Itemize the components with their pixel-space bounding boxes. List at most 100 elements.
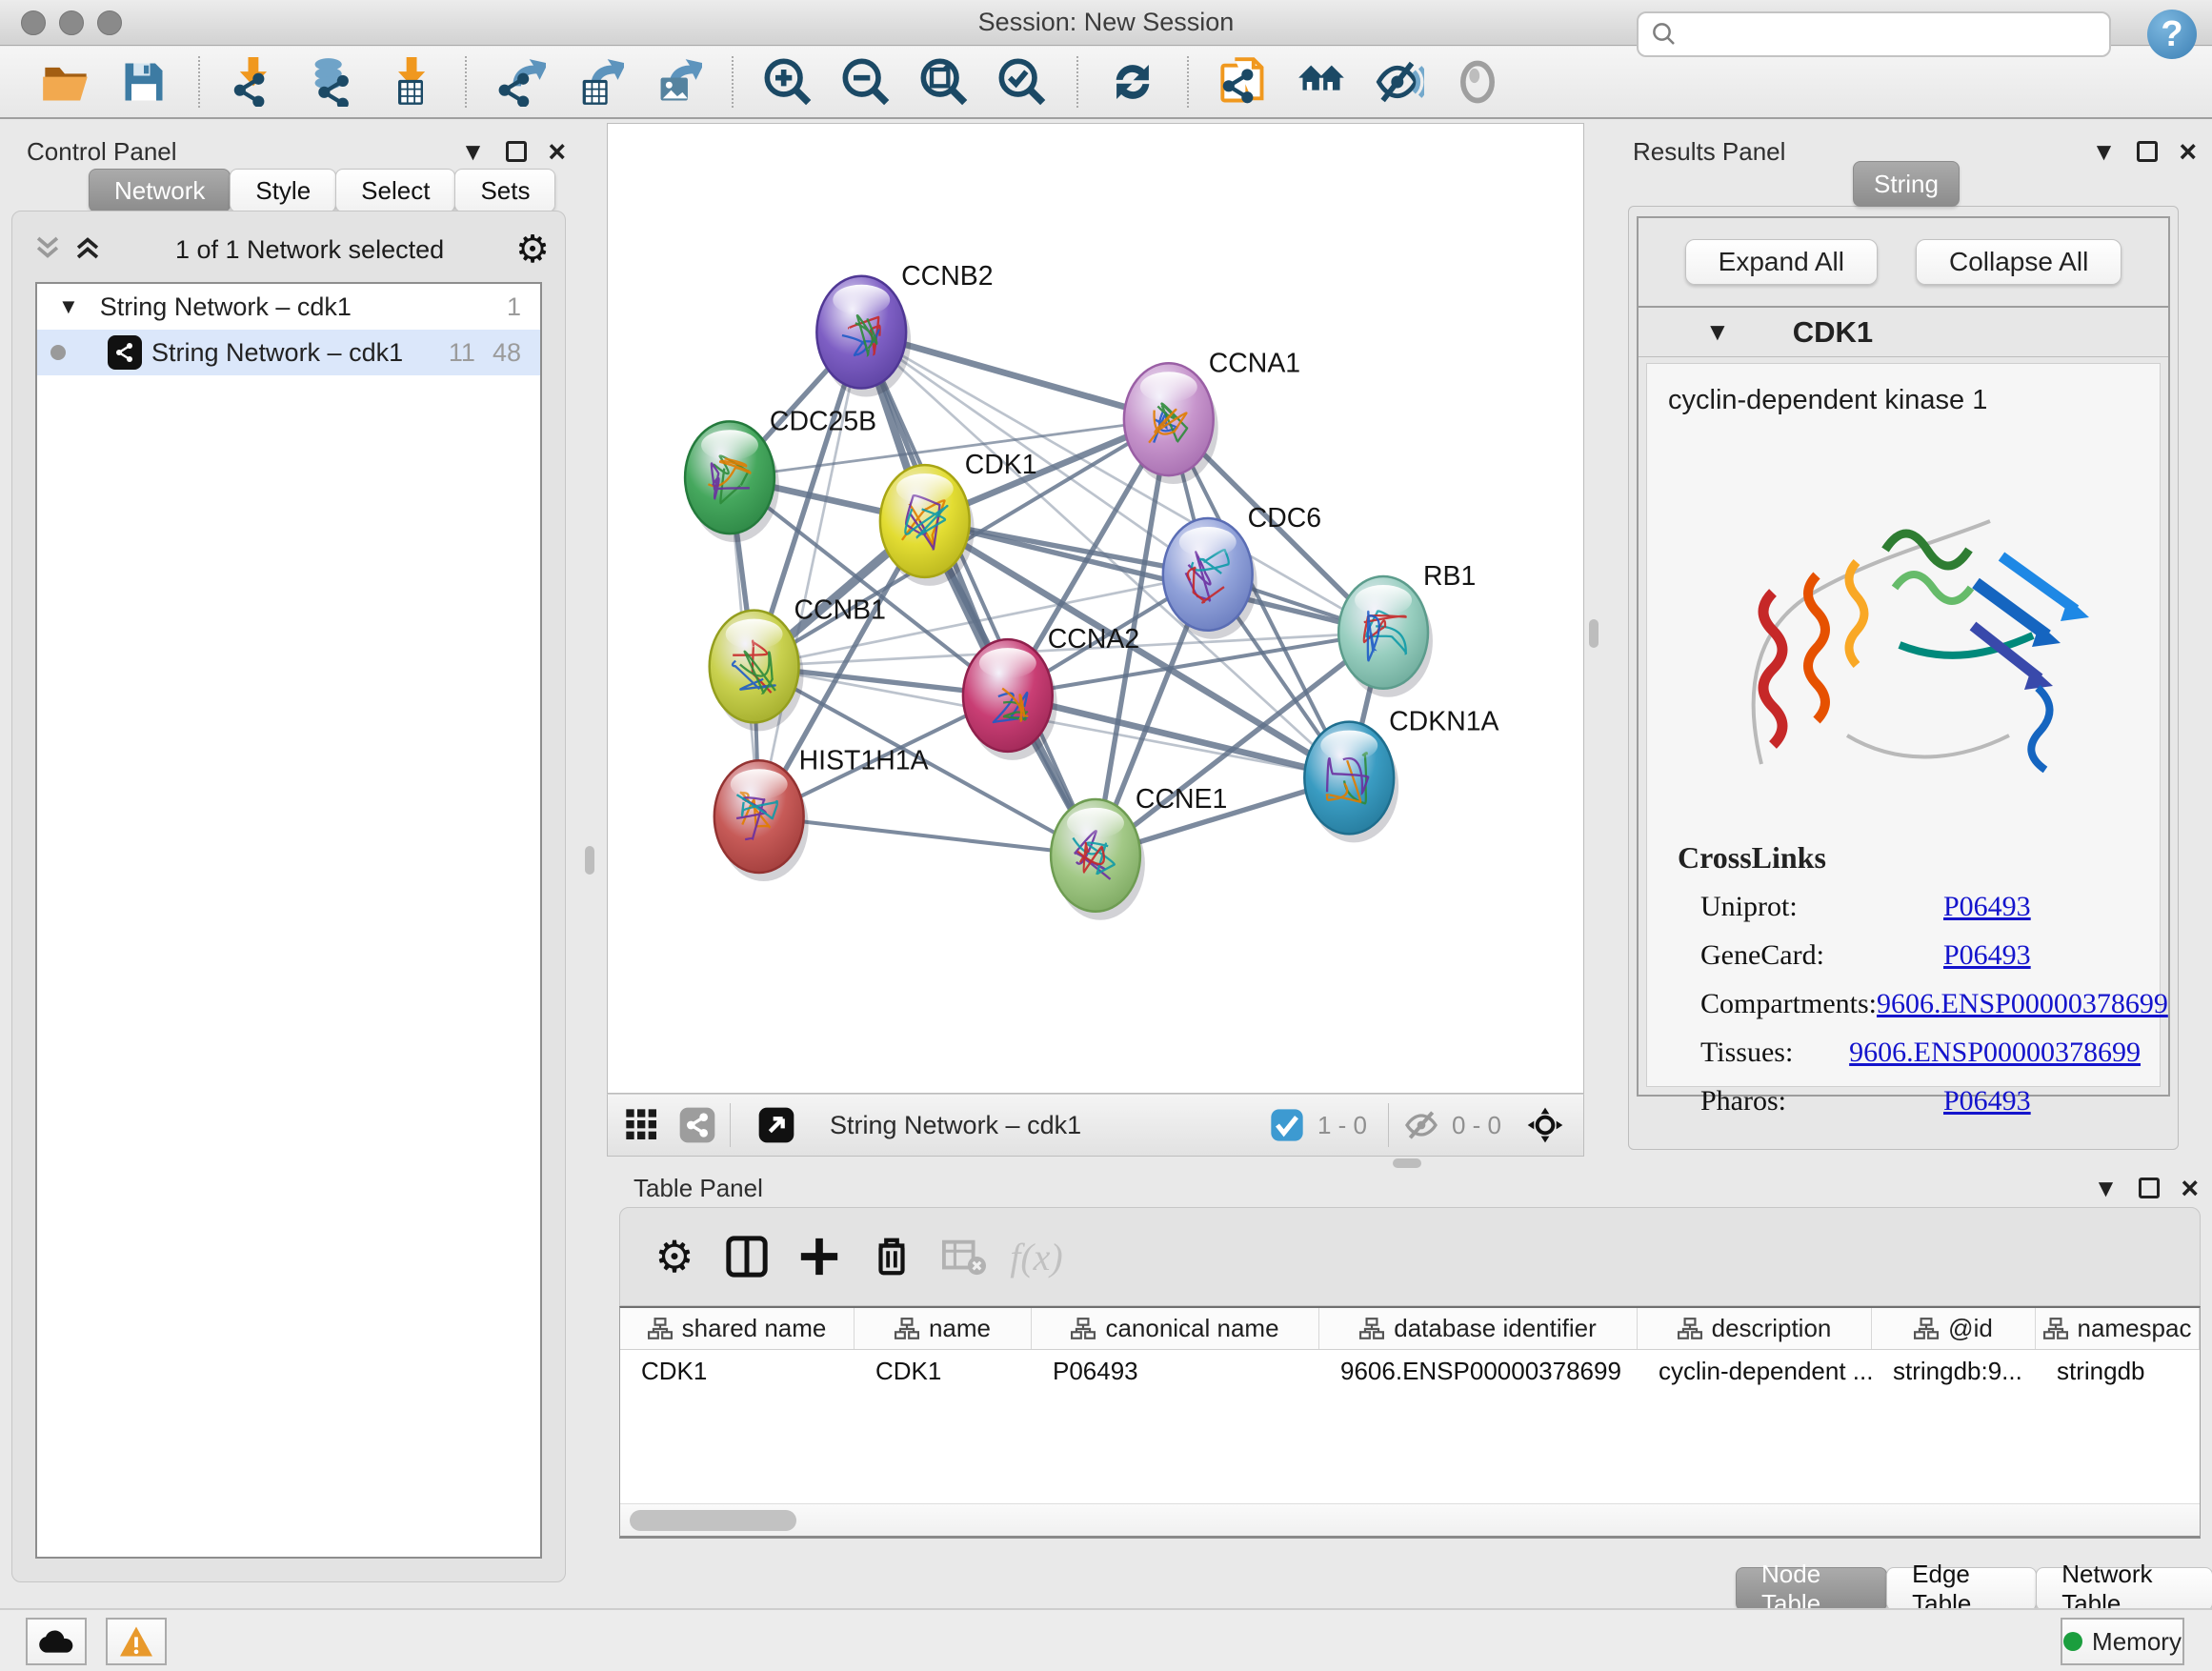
fit-crosshair-icon[interactable] — [1524, 1104, 1566, 1146]
cell-shared-name[interactable]: CDK1 — [620, 1350, 855, 1392]
tab-network[interactable]: Network — [89, 169, 231, 212]
network-node-CCNE1[interactable]: CCNE1 — [1051, 784, 1227, 920]
crosslink-link[interactable]: P06493 — [1943, 1085, 2031, 1117]
open-in-window-icon[interactable] — [755, 1104, 797, 1146]
horizontal-scrollbar[interactable] — [620, 1503, 2200, 1536]
import-network-icon[interactable] — [225, 54, 284, 110]
network-node-CDC25B[interactable]: CDC25B — [685, 406, 876, 542]
right-splitter-handle[interactable] — [1589, 619, 1599, 648]
crosslink-link[interactable]: P06493 — [1943, 939, 2031, 972]
network-collection-row[interactable]: ▼ String Network – cdk1 1 — [37, 284, 540, 330]
network-row[interactable]: String Network – cdk1 11 48 — [37, 330, 540, 375]
warning-status-button[interactable] — [106, 1618, 167, 1665]
cell-@id[interactable]: stringdb:9... — [1872, 1350, 2036, 1392]
network-edge-CCNA2-CDKN1A[interactable] — [1008, 695, 1349, 777]
import-network-database-icon[interactable] — [303, 54, 362, 110]
collapse-all-button[interactable]: Collapse All — [1916, 239, 2122, 285]
network-node-CCNB2[interactable]: CCNB2 — [816, 261, 993, 397]
tab-node-table[interactable]: Node Table — [1736, 1567, 1887, 1611]
table-toolbar: ⚙ f(x) — [619, 1207, 2201, 1306]
close-panel-icon[interactable]: × — [2181, 1171, 2199, 1206]
column-header-shared-name[interactable]: shared name — [620, 1308, 855, 1349]
network-node-CDK1[interactable]: CDK1 — [880, 450, 1037, 586]
network-edge-CCNB2-CCNE1[interactable] — [861, 332, 1096, 856]
network-node-CDC6[interactable]: CDC6 — [1163, 503, 1321, 639]
show-columns-icon[interactable] — [719, 1229, 774, 1284]
left-splitter-handle[interactable] — [585, 846, 594, 875]
import-table-icon[interactable] — [381, 54, 440, 110]
save-session-icon[interactable] — [114, 54, 173, 110]
crosslink-link[interactable]: 9606.ENSP00000378699 — [1849, 1037, 2141, 1069]
cell-description[interactable]: cyclin-dependent ... — [1638, 1350, 1872, 1392]
network-node-RB1[interactable]: RB1 — [1338, 561, 1476, 697]
table-options-gear-icon[interactable]: ⚙ — [647, 1229, 702, 1284]
network-edge-HIST1H1A-CCNE1[interactable] — [759, 816, 1096, 856]
collection-label: String Network – cdk1 — [100, 292, 352, 322]
expand-all-chevron-icon[interactable] — [71, 232, 104, 269]
node-label-CDC25B: CDC25B — [770, 406, 876, 436]
close-panel-icon[interactable]: × — [2179, 134, 2197, 170]
panel-menu-icon[interactable]: ▼ — [461, 137, 486, 167]
network-node-CDKN1A[interactable]: CDKN1A — [1304, 707, 1498, 843]
float-panel-icon[interactable] — [2139, 1174, 2160, 1203]
add-column-icon[interactable] — [792, 1229, 847, 1284]
crosslink-link[interactable]: 9606.ENSP00000378699 — [1877, 988, 2168, 1020]
column-header-name[interactable]: name — [855, 1308, 1032, 1349]
expand-all-button[interactable]: Expand All — [1685, 239, 1878, 285]
cell-name[interactable]: CDK1 — [855, 1350, 1032, 1392]
column-header-description[interactable]: description — [1638, 1308, 1872, 1349]
birds-eye-share-icon[interactable] — [676, 1104, 718, 1146]
section-collapse-icon[interactable]: ▼ — [1705, 317, 1730, 347]
network-node-HIST1H1A[interactable]: HIST1H1A — [714, 745, 929, 881]
float-panel-icon[interactable] — [2137, 137, 2158, 167]
table-row[interactable]: CDK1CDK1P064939606.ENSP00000378699cyclin… — [620, 1350, 2200, 1392]
zoom-fit-icon[interactable] — [915, 54, 974, 110]
help-icon[interactable]: ? — [2147, 10, 2197, 59]
search-input[interactable] — [1679, 19, 2109, 50]
collection-expand-icon[interactable]: ▼ — [58, 294, 79, 319]
network-edge-CCNB2-HIST1H1A[interactable] — [759, 332, 862, 817]
tab-sets[interactable]: Sets — [454, 169, 555, 212]
panel-menu-icon[interactable]: ▼ — [2092, 137, 2117, 167]
export-table-icon[interactable] — [570, 54, 629, 110]
column-header-@id[interactable]: @id — [1872, 1308, 2036, 1349]
column-header-canonical-name[interactable]: canonical name — [1032, 1308, 1319, 1349]
delete-column-icon[interactable] — [864, 1229, 919, 1284]
grid-view-icon[interactable] — [621, 1104, 663, 1146]
scrollbar-thumb[interactable] — [630, 1510, 796, 1531]
clone-network-icon[interactable] — [1214, 54, 1273, 110]
collapse-all-chevron-icon[interactable] — [31, 232, 64, 269]
tab-style[interactable]: Style — [230, 169, 336, 212]
search-field[interactable] — [1637, 11, 2111, 57]
cell-namespac[interactable]: stringdb — [2036, 1350, 2200, 1392]
hide-selected-icon[interactable] — [1370, 54, 1429, 110]
tab-edge-table[interactable]: Edge Table — [1886, 1567, 2037, 1611]
memory-button[interactable]: Memory — [2061, 1618, 2184, 1665]
panel-menu-icon[interactable]: ▼ — [2094, 1174, 2119, 1203]
column-header-namespac[interactable]: namespac — [2036, 1308, 2200, 1349]
zoom-in-icon[interactable] — [758, 54, 817, 110]
export-network-icon[interactable] — [492, 54, 551, 110]
selected-checkbox-icon[interactable] — [1266, 1104, 1308, 1146]
refresh-view-icon[interactable] — [1103, 54, 1162, 110]
cloud-status-button[interactable] — [26, 1618, 87, 1665]
network-canvas[interactable]: CCNB2CCNA1CDC25BCDK1CDC6RB1CCNB1CCNA2CDK… — [607, 123, 1584, 1094]
network-options-gear-icon[interactable]: ⚙ — [515, 231, 550, 269]
close-panel-icon[interactable]: × — [548, 134, 566, 170]
tab-select[interactable]: Select — [335, 169, 455, 212]
network-node-CCNB1[interactable]: CCNB1 — [710, 595, 886, 732]
cdk1-section-header[interactable]: ▼ CDK1 — [1639, 308, 2168, 357]
show-all-eye-icon[interactable] — [1448, 54, 1507, 110]
crosslink-link[interactable]: P06493 — [1943, 891, 2031, 923]
column-header-database-identifier[interactable]: database identifier — [1319, 1308, 1638, 1349]
string-houses-icon[interactable] — [1292, 54, 1351, 110]
export-image-icon[interactable] — [648, 54, 707, 110]
cell-database-identifier[interactable]: 9606.ENSP00000378699 — [1319, 1350, 1638, 1392]
tab-network-table[interactable]: Network Table — [2036, 1567, 2212, 1611]
float-panel-icon[interactable] — [506, 137, 527, 167]
zoom-out-icon[interactable] — [836, 54, 895, 110]
zoom-selected-icon[interactable] — [993, 54, 1052, 110]
tab-string[interactable]: String — [1853, 161, 1960, 207]
open-session-icon[interactable] — [36, 54, 95, 110]
cell-canonical-name[interactable]: P06493 — [1032, 1350, 1319, 1392]
